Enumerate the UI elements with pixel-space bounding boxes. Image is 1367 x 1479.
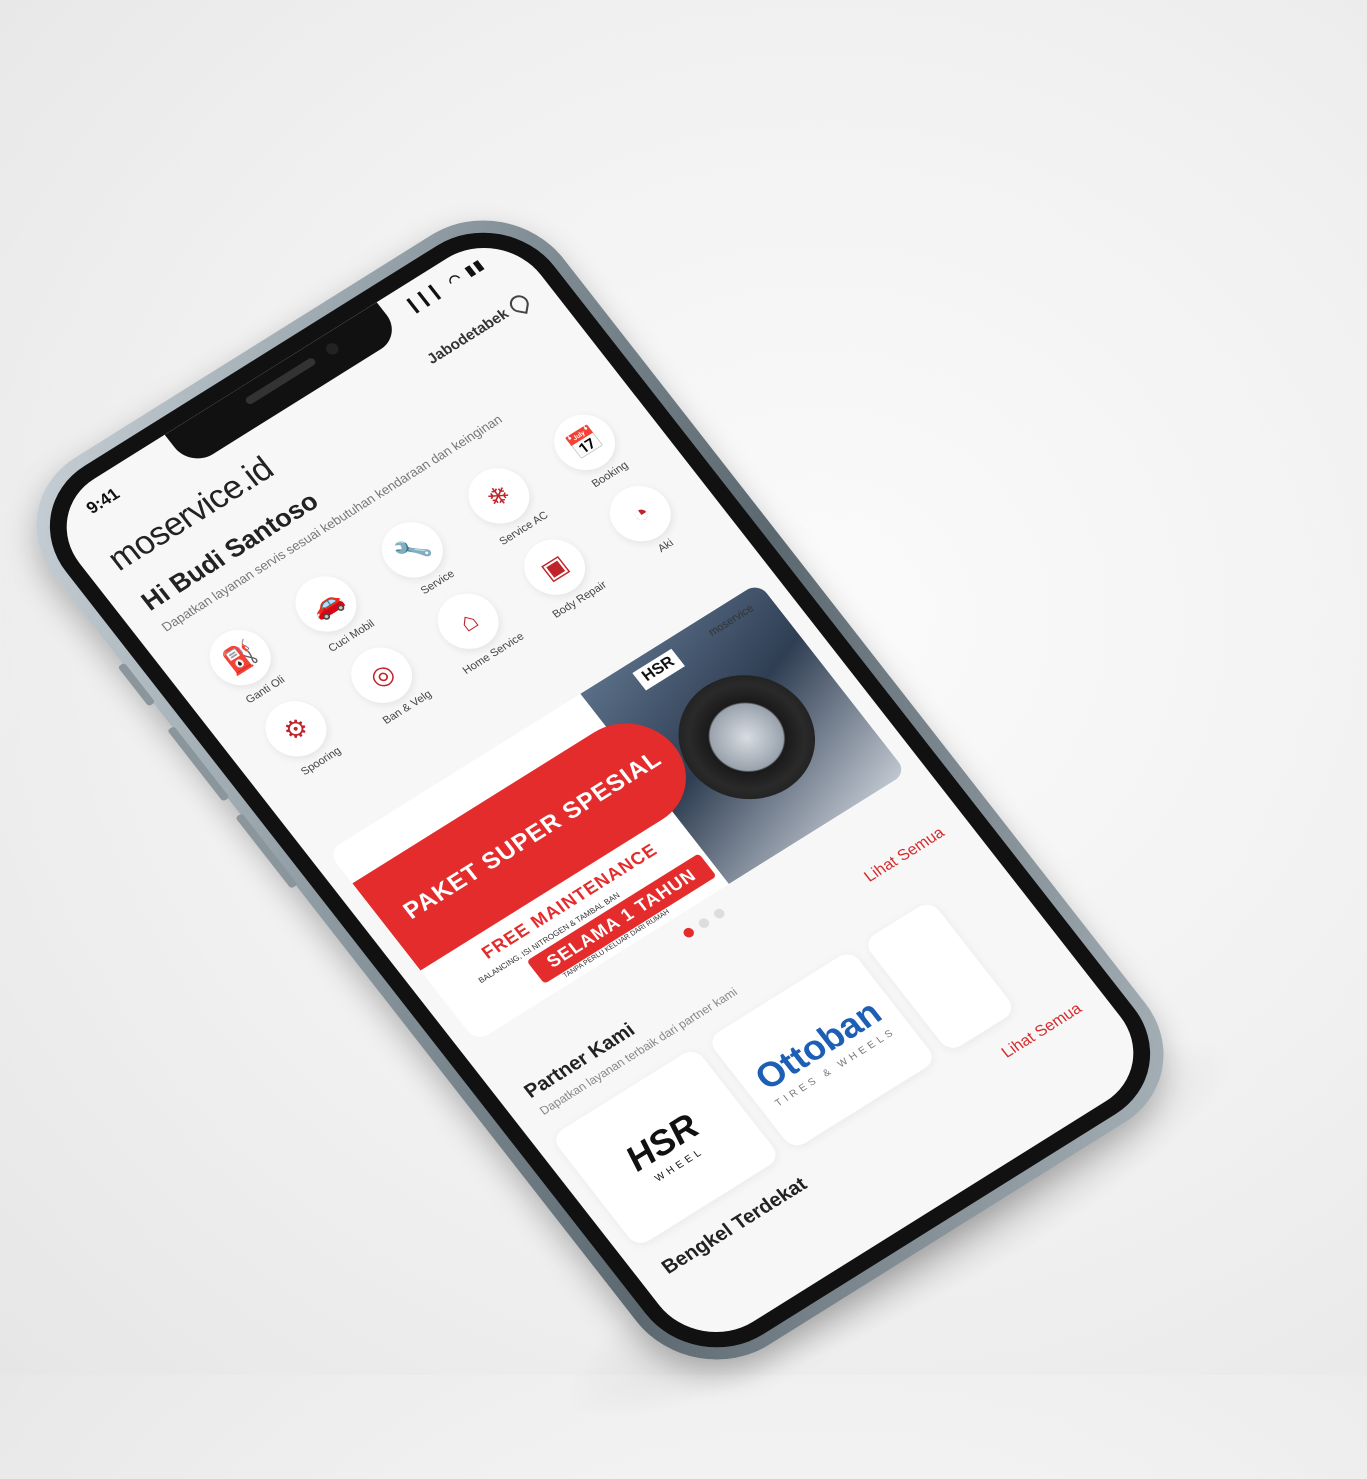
service-label: Aki	[655, 537, 677, 555]
location-label: Jabodetabek	[423, 305, 512, 368]
carousel-dot[interactable]	[711, 906, 727, 921]
carousel-dot[interactable]	[681, 926, 697, 940]
carousel-dot[interactable]	[696, 916, 712, 930]
location-pin-icon	[508, 293, 531, 314]
mockup-scene: 9:41 ▎▎▎ ◠ ▮▮ moservice.id Jabodetabek H…	[0, 0, 1367, 1479]
status-time: 9:41	[82, 484, 124, 518]
